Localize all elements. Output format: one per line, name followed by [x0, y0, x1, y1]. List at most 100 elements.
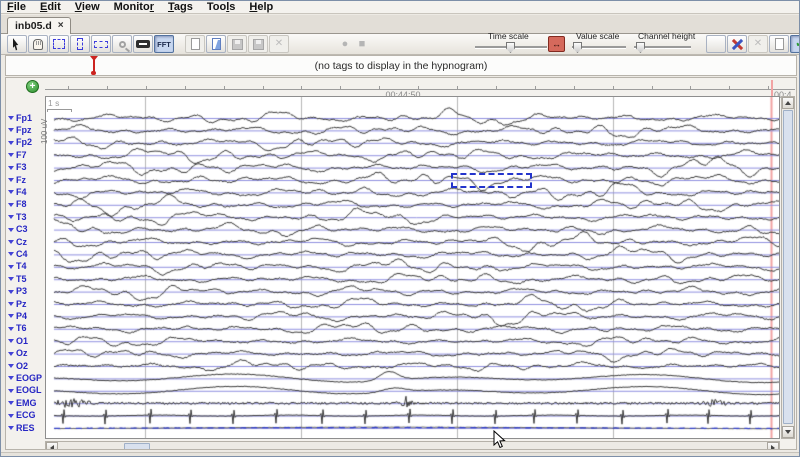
save-button[interactable]	[227, 35, 247, 53]
channel-row-ecg[interactable]: ECG	[8, 411, 44, 421]
menu-help[interactable]: Help	[249, 1, 273, 13]
menu-monitor[interactable]: Monitor	[114, 1, 154, 13]
channel-expand-triangle-icon[interactable]	[8, 314, 14, 318]
eeg-plot-canvas[interactable]	[46, 97, 779, 438]
channel-expand-triangle-icon[interactable]	[8, 414, 14, 418]
vertical-scroll-thumb[interactable]	[783, 110, 793, 424]
hypnogram-panel[interactable]: (no tags to display in the hypnogram)	[5, 55, 797, 76]
channel-height-thumb[interactable]	[636, 42, 645, 53]
menu-tags[interactable]: Tags	[168, 1, 193, 13]
channel-expand-triangle-icon[interactable]	[8, 240, 14, 244]
menu-file[interactable]: File	[7, 1, 26, 13]
turn-page-button[interactable]	[206, 35, 226, 53]
channel-row-eogl[interactable]: EOGL	[8, 386, 44, 396]
channel-row-fp1[interactable]: Fp1	[8, 113, 44, 123]
value-scale-thumb[interactable]	[573, 42, 582, 53]
channel-expand-triangle-icon[interactable]	[8, 203, 14, 207]
channel-expand-triangle-icon[interactable]	[8, 252, 14, 256]
floppy-icon	[232, 39, 243, 50]
channel-row-fp2[interactable]: Fp2	[8, 138, 44, 148]
time-sync-button[interactable]: ↔	[548, 36, 565, 52]
channel-expand-triangle-icon[interactable]	[8, 290, 14, 294]
record-button[interactable]: ●	[337, 36, 353, 52]
channel-row-o2[interactable]: O2	[8, 361, 44, 371]
select-row-tool-button[interactable]	[91, 35, 111, 53]
tag-pen-button[interactable]	[706, 35, 726, 53]
select-rect-tool-button[interactable]	[49, 35, 69, 53]
horizontal-scroll-thumb[interactable]	[124, 443, 150, 450]
scroll-down-button[interactable]	[782, 426, 794, 438]
filter-toggle-button[interactable]: ✔	[790, 35, 800, 53]
scroll-right-button[interactable]	[767, 442, 779, 450]
select-column-tool-button[interactable]	[70, 35, 90, 53]
channel-row-t6[interactable]: T6	[8, 324, 44, 334]
channel-expand-triangle-icon[interactable]	[8, 215, 14, 219]
channel-row-pz[interactable]: Pz	[8, 299, 44, 309]
channel-row-cz[interactable]: Cz	[8, 237, 44, 247]
channel-expand-triangle-icon[interactable]	[8, 302, 14, 306]
channel-row-f8[interactable]: F8	[8, 200, 44, 210]
channel-row-f4[interactable]: F4	[8, 187, 44, 197]
ruler-tick	[496, 86, 497, 89]
horizontal-scrollbar[interactable]	[45, 441, 780, 450]
channel-row-res[interactable]: RES	[8, 423, 44, 433]
channel-row-f3[interactable]: F3	[8, 163, 44, 173]
channel-expand-triangle-icon[interactable]	[8, 389, 14, 393]
channel-expand-triangle-icon[interactable]	[8, 401, 14, 405]
channel-row-f7[interactable]: F7	[8, 150, 44, 160]
channel-expand-triangle-icon[interactable]	[8, 352, 14, 356]
channel-row-fpz[interactable]: Fpz	[8, 125, 44, 135]
channel-row-t4[interactable]: T4	[8, 262, 44, 272]
channel-row-c3[interactable]: C3	[8, 225, 44, 235]
channel-expand-triangle-icon[interactable]	[8, 228, 14, 232]
tag-delete-button[interactable]: ✕	[748, 35, 768, 53]
channel-expand-triangle-icon[interactable]	[8, 339, 14, 343]
selection-box[interactable]	[451, 173, 532, 188]
pan-tool-button[interactable]	[28, 35, 48, 53]
channel-expand-triangle-icon[interactable]	[8, 141, 14, 145]
channel-expand-triangle-icon[interactable]	[8, 166, 14, 170]
tab-inb05[interactable]: inb05.d ×	[7, 17, 71, 34]
channel-row-emg[interactable]: EMG	[8, 398, 44, 408]
channel-row-t3[interactable]: T3	[8, 212, 44, 222]
channel-row-p4[interactable]: P4	[8, 311, 44, 321]
channel-row-eogp[interactable]: EOGP	[8, 373, 44, 383]
menu-view[interactable]: View	[75, 1, 100, 13]
channel-expand-triangle-icon[interactable]	[8, 364, 14, 368]
stop-button[interactable]: ■	[354, 36, 370, 52]
channel-expand-triangle-icon[interactable]	[8, 426, 14, 430]
channel-expand-triangle-icon[interactable]	[8, 376, 14, 380]
scroll-up-button[interactable]	[782, 97, 794, 109]
channel-expand-triangle-icon[interactable]	[8, 277, 14, 281]
new-page-button[interactable]	[185, 35, 205, 53]
measure-tool-button[interactable]	[133, 35, 153, 53]
channel-expand-triangle-icon[interactable]	[8, 265, 14, 269]
channel-label: Fp1	[16, 114, 32, 123]
tab-close-icon[interactable]: ×	[58, 21, 64, 31]
channel-row-fz[interactable]: Fz	[8, 175, 44, 185]
channel-expand-triangle-icon[interactable]	[8, 116, 14, 120]
save-as-button[interactable]	[248, 35, 268, 53]
fft-tool-button[interactable]: FFT	[154, 35, 174, 53]
channel-expand-triangle-icon[interactable]	[8, 178, 14, 182]
tag-tools-button[interactable]	[727, 35, 747, 53]
pointer-tool-button[interactable]	[7, 35, 27, 53]
channel-expand-triangle-icon[interactable]	[8, 153, 14, 157]
channel-row-t5[interactable]: T5	[8, 274, 44, 284]
menu-edit[interactable]: Edit	[40, 1, 61, 13]
channel-expand-triangle-icon[interactable]	[8, 128, 14, 132]
channel-row-p3[interactable]: P3	[8, 287, 44, 297]
report-page-button[interactable]	[769, 35, 789, 53]
scroll-left-button[interactable]	[46, 442, 58, 450]
menu-tools[interactable]: Tools	[207, 1, 236, 13]
channel-expand-triangle-icon[interactable]	[8, 190, 14, 194]
channel-row-c4[interactable]: C4	[8, 249, 44, 259]
zoom-tool-button[interactable]	[112, 35, 132, 53]
add-tag-button[interactable]: +	[26, 80, 39, 93]
channel-expand-triangle-icon[interactable]	[8, 327, 14, 331]
time-scale-thumb[interactable]	[506, 42, 515, 53]
channel-row-oz[interactable]: Oz	[8, 349, 44, 359]
close-file-button[interactable]: ✕	[269, 35, 289, 53]
vertical-scrollbar[interactable]	[781, 96, 795, 439]
channel-row-o1[interactable]: O1	[8, 336, 44, 346]
